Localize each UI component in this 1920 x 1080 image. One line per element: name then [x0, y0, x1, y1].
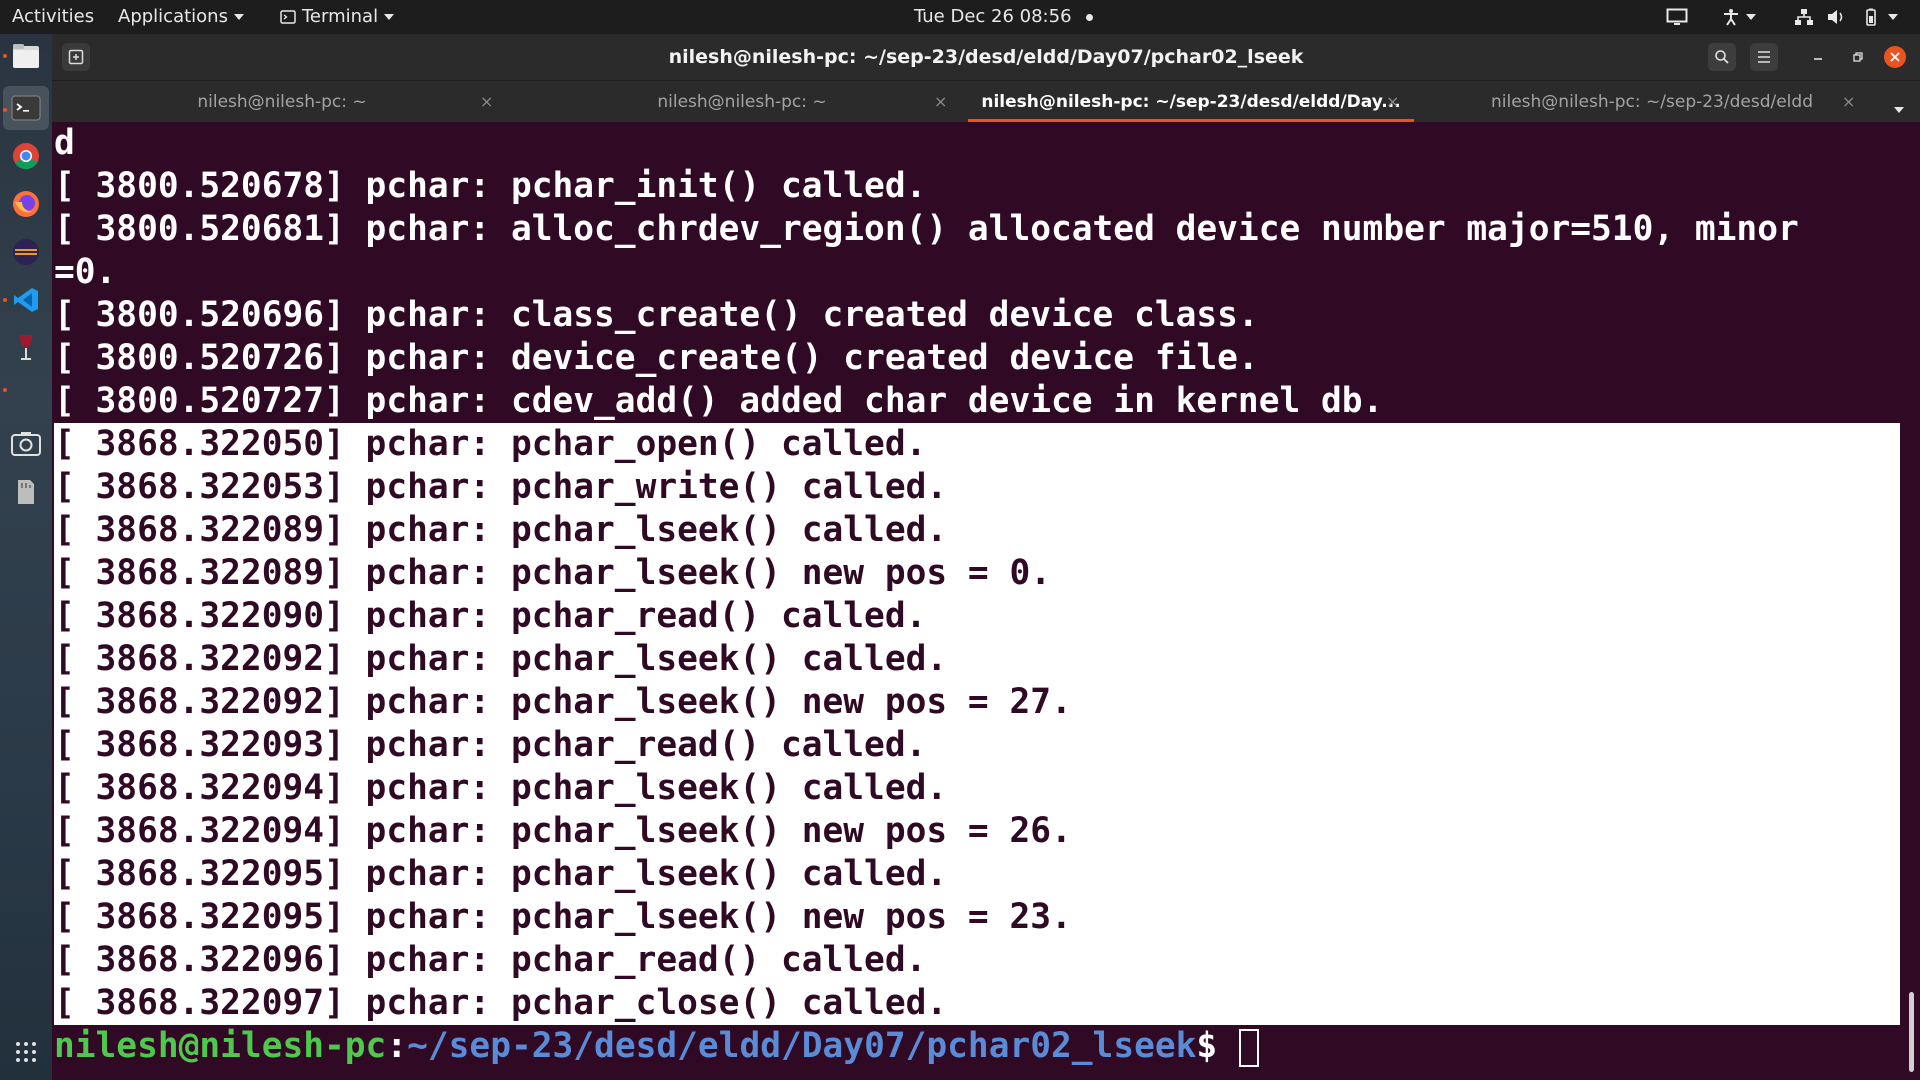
notification-dot-icon: [1085, 13, 1093, 21]
terminal-output: d [ 3800.520678] pchar: pchar_init() cal…: [54, 122, 1900, 1068]
window-titlebar: nilesh@nilesh-pc: ~/sep-23/desd/eldd/Day…: [52, 34, 1920, 80]
clock-text: Tue Dec 26 08:56: [914, 6, 1072, 27]
tab-eldd[interactable]: nilesh@nilesh-pc: ~/sep-23/desd/eldd: [1432, 81, 1872, 123]
terminal-line: =0.: [54, 252, 117, 292]
maximize-button[interactable]: [1844, 43, 1872, 71]
terminal-view[interactable]: d [ 3800.520678] pchar: pchar_init() cal…: [52, 122, 1920, 1080]
applications-label: Applications: [118, 6, 228, 27]
running-indicator: [3, 108, 7, 112]
battery-icon[interactable]: [1860, 0, 1898, 34]
network-icon[interactable]: [1794, 0, 1814, 34]
selected-terminal-line: [ 3868.322095] pchar: pchar_lseek() new …: [54, 896, 1900, 939]
running-indicator: [3, 298, 7, 302]
running-indicator: [3, 388, 7, 392]
chevron-down-icon: [1746, 14, 1756, 20]
search-button[interactable]: [1708, 43, 1736, 71]
volume-icon[interactable]: [1826, 0, 1846, 34]
chevron-down-icon: [384, 14, 395, 20]
prompt-colon: :: [386, 1026, 408, 1066]
files-icon[interactable]: [8, 38, 44, 74]
selected-terminal-line: [ 3868.322053] pchar: pchar_write() call…: [54, 466, 1900, 509]
chrome-icon[interactable]: [8, 138, 44, 174]
tab-home-1[interactable]: nilesh@nilesh-pc: ~: [52, 81, 512, 123]
terminal-line: d: [54, 123, 75, 163]
restore-icon: [1853, 52, 1863, 62]
minimize-icon: [1814, 58, 1822, 60]
prompt-symbol: $: [1196, 1026, 1218, 1066]
app-grid-icon[interactable]: [8, 1034, 44, 1070]
text-cursor: [1239, 1028, 1260, 1067]
sdcard-icon[interactable]: [8, 474, 44, 510]
selected-terminal-line: [ 3868.322094] pchar: pchar_lseek() new …: [54, 810, 1900, 853]
terminal-line: [ 3800.520681] pchar: alloc_chrdev_regio…: [54, 209, 1799, 249]
terminal-icon[interactable]: [8, 90, 44, 126]
screenshot-icon[interactable]: [8, 426, 44, 462]
terminal-scrollbar[interactable]: [1909, 992, 1914, 1072]
tab-day07-active[interactable]: nilesh@nilesh-pc: ~/sep-23/desd/eldd/Day…: [968, 81, 1414, 123]
minimize-button[interactable]: [1804, 43, 1832, 71]
wine-icon[interactable]: [8, 330, 44, 366]
selected-terminal-line: [ 3868.322097] pchar: pchar_close() call…: [54, 982, 1900, 1025]
shell-prompt[interactable]: nilesh@nilesh-pc:~/sep-23/desd/eldd/Day0…: [54, 1025, 1900, 1068]
clock[interactable]: Tue Dec 26 08:56: [914, 0, 1093, 34]
eclipse-icon[interactable]: [8, 234, 44, 270]
window-title: nilesh@nilesh-pc: ~/sep-23/desd/eldd/Day…: [668, 46, 1304, 68]
selected-terminal-line: [ 3868.322090] pchar: pchar_read() calle…: [54, 595, 1900, 638]
vscode-icon[interactable]: [8, 282, 44, 318]
tab-close-icon[interactable]: ×: [1386, 81, 1399, 123]
firefox-icon[interactable]: [8, 186, 44, 222]
tab-list-dropdown[interactable]: [1894, 99, 1904, 118]
selected-terminal-line: [ 3868.322089] pchar: pchar_lseek() new …: [54, 552, 1900, 595]
tab-close-icon[interactable]: ×: [480, 81, 493, 123]
selected-terminal-line: [ 3868.322094] pchar: pchar_lseek() call…: [54, 767, 1900, 810]
running-indicator: [3, 54, 7, 58]
menu-icon: [1758, 51, 1770, 63]
search-icon: [1715, 50, 1729, 64]
terminal-menu-label: Terminal: [302, 6, 379, 27]
tab-home-2[interactable]: nilesh@nilesh-pc: ~: [512, 81, 972, 123]
hamburger-menu-button[interactable]: [1750, 43, 1778, 71]
selected-terminal-line: [ 3868.322092] pchar: pchar_lseek() call…: [54, 638, 1900, 681]
activities-button[interactable]: Activities: [12, 0, 94, 34]
close-button[interactable]: [1884, 46, 1906, 68]
accessibility-icon[interactable]: [1722, 0, 1756, 34]
selected-terminal-line: [ 3868.322095] pchar: pchar_lseek() call…: [54, 853, 1900, 896]
prompt-path: ~/sep-23/desd/eldd/Day07/pchar02_lseek: [407, 1026, 1197, 1066]
selected-terminal-line: [ 3868.322092] pchar: pchar_lseek() new …: [54, 681, 1900, 724]
selected-terminal-line: [ 3868.322050] pchar: pchar_open() calle…: [54, 423, 1900, 466]
dock: [0, 34, 52, 1080]
selected-terminal-line: [ 3868.322089] pchar: pchar_lseek() call…: [54, 509, 1900, 552]
tab-bar: nilesh@nilesh-pc: ~ × nilesh@nilesh-pc: …: [52, 80, 1920, 123]
tab-close-icon[interactable]: ×: [1842, 81, 1855, 123]
terminal-line: [ 3800.520727] pchar: cdev_add() added c…: [54, 381, 1384, 421]
top-bar: Activities Applications Terminal Tue Dec…: [0, 0, 1920, 34]
power-menu-icon[interactable]: [1888, 14, 1898, 20]
terminal-line: [ 3800.520726] pchar: device_create() cr…: [54, 338, 1259, 378]
close-icon: [1890, 52, 1900, 62]
screen-icon[interactable]: [1666, 0, 1688, 34]
terminal-line: [ 3800.520678] pchar: pchar_init() calle…: [54, 166, 927, 206]
terminal-line: [ 3800.520696] pchar: class_create() cre…: [54, 295, 1259, 335]
terminal-app-icon: [280, 10, 296, 24]
applications-menu[interactable]: Applications: [118, 0, 244, 34]
chevron-down-icon: [1894, 106, 1904, 113]
tab-close-icon[interactable]: ×: [934, 81, 947, 123]
terminal-app-menu[interactable]: Terminal: [280, 0, 395, 34]
prompt-user-host: nilesh@nilesh-pc: [54, 1026, 387, 1066]
chevron-down-icon: [233, 14, 244, 20]
selected-terminal-line: [ 3868.322096] pchar: pchar_read() calle…: [54, 939, 1900, 982]
selected-terminal-line: [ 3868.322093] pchar: pchar_read() calle…: [54, 724, 1900, 767]
